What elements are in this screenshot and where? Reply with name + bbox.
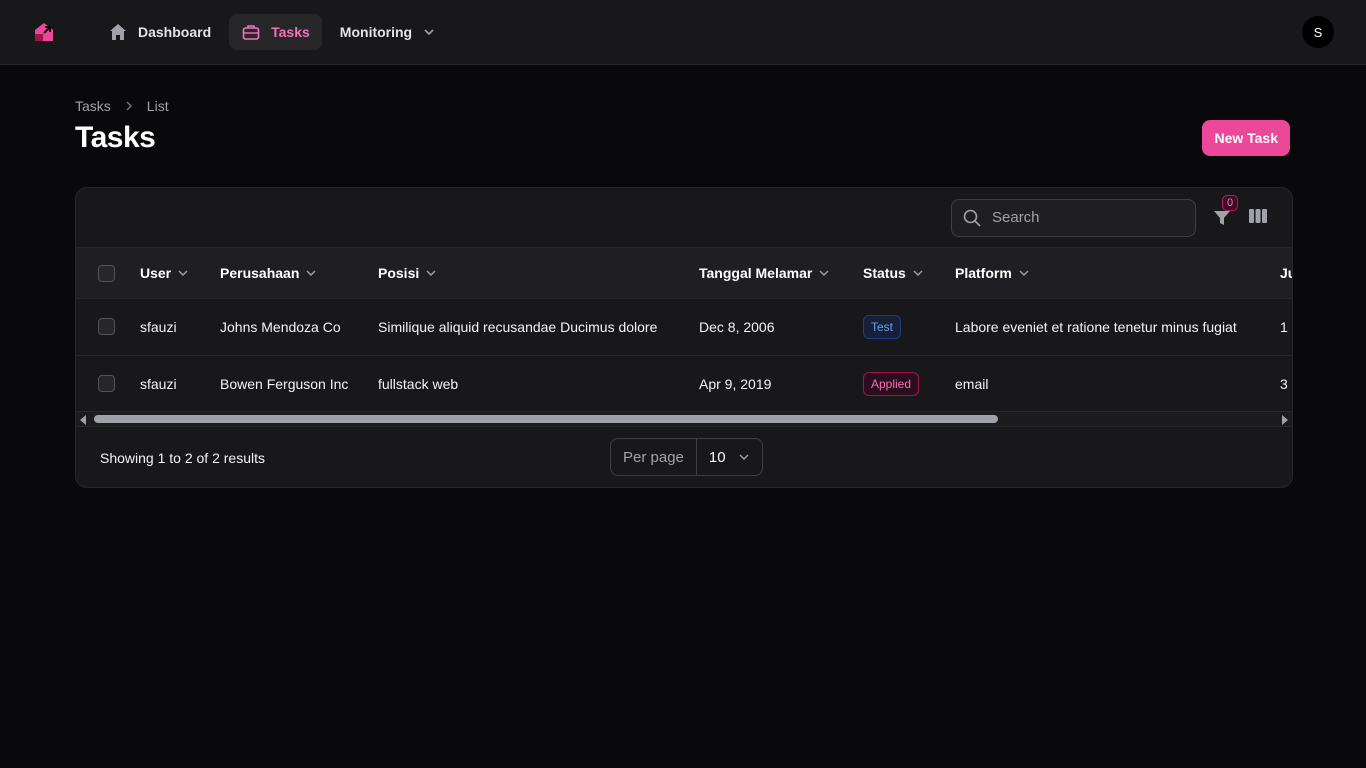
column-header-ju[interactable]: Ju (1280, 248, 1292, 298)
per-page-dropdown[interactable]: 10 (697, 449, 762, 466)
search-box[interactable] (951, 198, 1196, 237)
new-task-button[interactable]: New Task (1202, 120, 1290, 156)
cell-tanggal: Dec 8, 2006 (699, 318, 775, 335)
logo-icon (35, 23, 53, 41)
search-icon (963, 209, 981, 227)
main-nav: Dashboard Tasks Monitoring (96, 14, 448, 50)
column-header-user[interactable]: User (140, 248, 220, 298)
column-header-status[interactable]: Status (863, 248, 955, 298)
table-row[interactable]: sfauzi Bowen Ferguson Inc fullstack web … (76, 355, 1292, 412)
select-all-checkbox[interactable] (98, 264, 115, 282)
cell-posisi: fullstack web (378, 375, 459, 392)
cell-user: sfauzi (140, 318, 177, 335)
breadcrumb-list: List (146, 98, 169, 114)
table-footer: Showing 1 to 2 of 2 results Per page 10 (76, 428, 1292, 487)
nav-item-tasks[interactable]: Tasks (229, 14, 322, 50)
tasks-table: User Perusahaan Posisi Tanggal Melamar S… (76, 248, 1292, 413)
status-badge: Test (863, 314, 902, 339)
column-header-platform[interactable]: Platform (955, 248, 1280, 298)
cell-perusahaan: Bowen Ferguson Inc (220, 375, 349, 392)
nav-label-tasks: Tasks (271, 24, 310, 40)
chevron-down-icon (306, 270, 316, 276)
column-header-posisi[interactable]: Posisi (378, 248, 699, 298)
cell-perusahaan: Johns Mendoza Co (220, 318, 341, 335)
row-checkbox[interactable] (98, 318, 115, 336)
scroll-left-arrow-icon[interactable] (80, 415, 86, 425)
briefcase-icon (242, 25, 260, 40)
column-toggle-button[interactable] (1248, 206, 1268, 229)
table-toolbar: 0 (76, 188, 1292, 248)
page-content: Tasks List Tasks New Task 0 (0, 98, 1366, 488)
results-summary: Showing 1 to 2 of 2 results (100, 450, 265, 466)
nav-item-dashboard[interactable]: Dashboard (96, 14, 223, 50)
per-page-select[interactable]: Per page 10 (610, 438, 763, 476)
page-title: Tasks (75, 121, 156, 154)
cell-user: sfauzi (140, 375, 177, 392)
chevron-down-icon (178, 270, 188, 276)
user-avatar[interactable]: S (1302, 16, 1334, 48)
breadcrumb: Tasks List (75, 98, 1291, 114)
columns-icon (1249, 209, 1267, 223)
nav-label-monitoring: Monitoring (339, 24, 413, 40)
top-navbar: Dashboard Tasks Monitoring S (0, 0, 1366, 65)
table-header-row: User Perusahaan Posisi Tanggal Melamar S… (76, 248, 1292, 298)
nav-item-monitoring[interactable]: Monitoring (328, 14, 448, 50)
chevron-down-icon (819, 270, 829, 276)
scrollbar-thumb[interactable] (94, 415, 998, 423)
breadcrumb-tasks[interactable]: Tasks (75, 98, 111, 114)
row-checkbox[interactable] (98, 375, 115, 393)
table-row[interactable]: sfauzi Johns Mendoza Co Similique aliqui… (76, 298, 1292, 355)
chevron-right-icon (126, 101, 132, 111)
status-badge: Applied (863, 371, 920, 396)
filter-icon (1214, 210, 1230, 225)
cell-tanggal: Apr 9, 2019 (699, 375, 772, 392)
chevron-down-icon (426, 270, 436, 276)
search-input[interactable] (992, 209, 1172, 226)
cell-ju: 3 (1280, 375, 1288, 392)
page-header: Tasks New Task (75, 120, 1291, 156)
cell-platform: Labore eveniet et ratione tenetur minus … (955, 318, 1237, 335)
chevron-down-icon (739, 454, 749, 460)
chevron-down-icon (913, 270, 923, 276)
cell-ju: 1 (1280, 318, 1288, 335)
home-icon (110, 24, 126, 40)
scroll-right-arrow-icon[interactable] (1282, 415, 1288, 425)
per-page-value: 10 (708, 448, 726, 466)
chevron-down-icon (1019, 270, 1029, 276)
cell-platform: email (955, 375, 989, 392)
horizontal-scrollbar[interactable] (76, 411, 1292, 427)
filter-button[interactable]: 0 (1212, 194, 1238, 228)
chevron-down-icon (424, 29, 434, 36)
column-header-perusahaan[interactable]: Perusahaan (220, 248, 378, 298)
filter-count-badge: 0 (1222, 194, 1238, 211)
column-header-tanggal-melamar[interactable]: Tanggal Melamar (699, 248, 863, 298)
tasks-table-card: 0 User Perusahaan Posisi Tanggal Melamar… (75, 187, 1293, 488)
cell-posisi: Similique aliquid recusandae Ducimus dol… (378, 318, 658, 335)
app-logo[interactable] (32, 20, 56, 44)
per-page-label: Per page (611, 439, 697, 475)
nav-label-dashboard: Dashboard (138, 24, 212, 40)
